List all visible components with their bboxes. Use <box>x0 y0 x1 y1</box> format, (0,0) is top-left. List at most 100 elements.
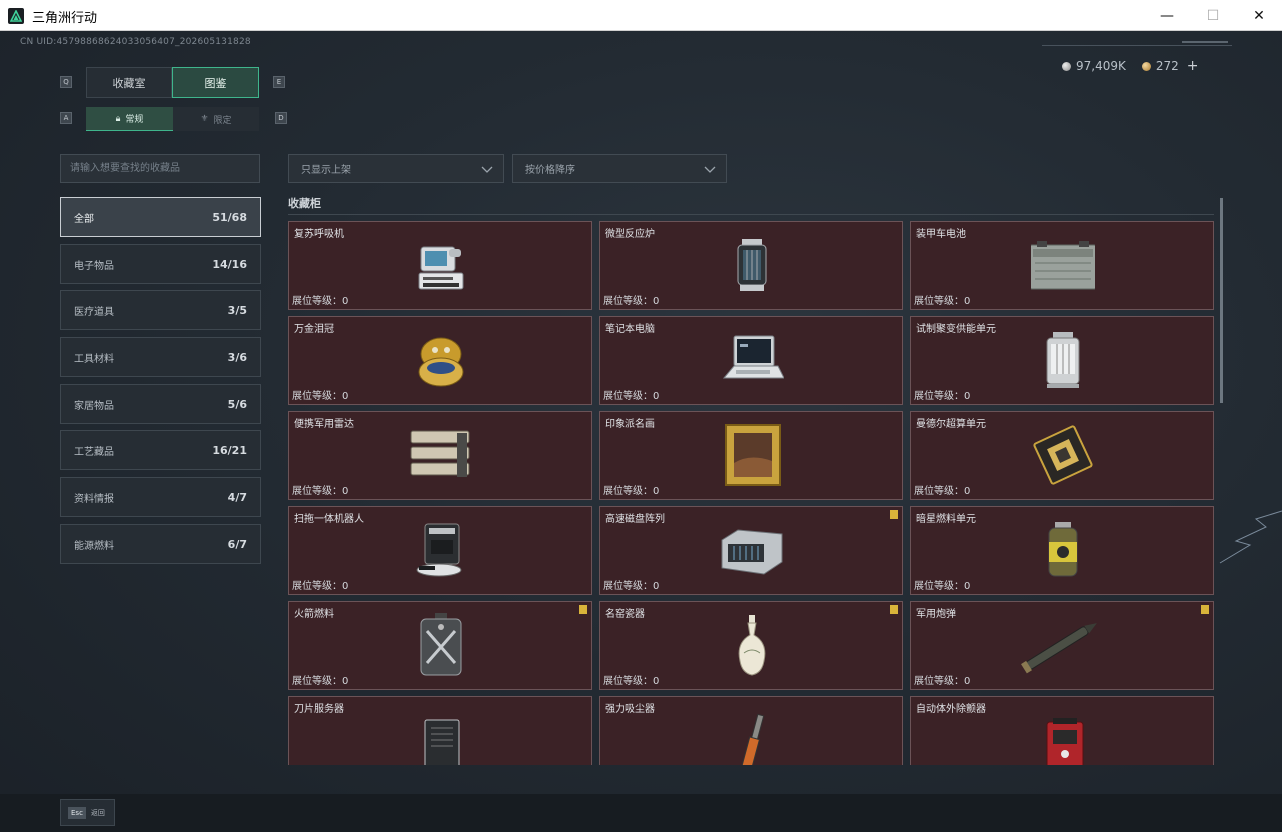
booth-level-value: 0 <box>964 391 971 402</box>
chip-icon <box>1033 425 1093 485</box>
back-label: 返回 <box>90 808 105 817</box>
booth-level: 展位等级：0 <box>914 292 970 307</box>
collection-card[interactable]: 名窑瓷器 展位等级：0 <box>599 601 903 690</box>
tab-catalog[interactable]: 图鉴 <box>172 67 259 98</box>
booth-level-value: 0 <box>653 391 660 402</box>
game-viewport: CN UID:457988686240330564​07_20260513182… <box>0 31 1282 832</box>
booth-level: 展位等级：0 <box>603 577 659 592</box>
window-titlebar: 三角洲行动 — ☐ ✕ <box>0 0 1282 31</box>
item-name: 军用炮弹 <box>916 609 956 620</box>
silver-coin-icon <box>1062 61 1071 71</box>
category-intel[interactable]: 资料情报 4/7 <box>60 477 261 517</box>
item-name: 印象派名画 <box>605 419 655 430</box>
server-icon <box>424 719 460 765</box>
booth-level-label: 展位等级： <box>292 391 342 402</box>
item-name: 火箭燃料 <box>294 609 334 620</box>
category-label: 电子物品 <box>74 260 114 272</box>
category-all[interactable]: 全部 51/68 <box>60 197 261 237</box>
booth-level-label: 展位等级： <box>292 581 342 592</box>
collection-card[interactable]: 火箭燃料 展位等级：0 <box>288 601 592 690</box>
radar-icon <box>410 430 470 477</box>
chevron-down-icon <box>481 166 493 173</box>
collection-card[interactable]: 暗星燃料单元 展位等级：0 <box>910 506 1214 595</box>
category-crafts[interactable]: 工艺藏品 16/21 <box>60 430 261 470</box>
badge-icon: ⚜ <box>200 114 209 124</box>
sort-dropdown[interactable]: 按价格降序 <box>512 154 727 183</box>
painting-icon <box>725 424 781 486</box>
booth-level-label: 展位等级： <box>603 581 653 592</box>
booth-level-label: 展位等级： <box>603 676 653 687</box>
subtab-regular[interactable]: 🔒︎ 常规 <box>86 107 173 131</box>
category-label: 医疗道具 <box>74 306 114 318</box>
section-title: 收藏柜 <box>288 197 321 210</box>
collection-card[interactable]: 便携军用雷达 展位等级：0 <box>288 411 592 500</box>
booth-level-label: 展位等级： <box>914 581 964 592</box>
item-name: 名窑瓷器 <box>605 609 645 620</box>
new-badge-icon <box>579 605 587 614</box>
booth-level-label: 展位等级： <box>914 391 964 402</box>
item-name: 刀片服务器 <box>294 704 344 715</box>
booth-level-value: 0 <box>342 391 349 402</box>
shelf-filter-value: 只显示上架 <box>301 165 351 176</box>
collection-card[interactable]: 复苏呼吸机 展位等级：0 <box>288 221 592 310</box>
booth-level-value: 0 <box>342 486 349 497</box>
category-count: 51/68 <box>212 210 247 224</box>
lightning-decoration <box>1219 510 1282 564</box>
booth-level: 展位等级：0 <box>914 672 970 687</box>
booth-level-value: 0 <box>653 486 660 497</box>
collection-card[interactable]: 强力吸尘器 展位等级： <box>599 696 903 765</box>
item-name: 曼德尔超算单元 <box>916 419 986 430</box>
silver-amount: 97,409K <box>1076 59 1126 73</box>
collection-card[interactable]: 笔记本电脑 展位等级：0 <box>599 316 903 405</box>
gold-coin-icon <box>1141 61 1151 71</box>
fuel-canister-icon <box>1048 522 1078 577</box>
defibrillator-icon <box>1046 718 1084 765</box>
tab-collection-room[interactable]: 收藏室 <box>86 67 172 98</box>
esc-key-hint: Esc <box>68 806 86 819</box>
robot-vacuum-icon <box>416 523 462 577</box>
lock-icon: 🔒︎ <box>115 113 121 124</box>
header-accent <box>1182 41 1228 43</box>
category-label: 能源燃料 <box>74 540 114 552</box>
header-divider <box>1042 45 1232 46</box>
category-household[interactable]: 家居物品 5/6 <box>60 384 261 424</box>
collection-card[interactable]: 曼德尔超算单元 展位等级：0 <box>910 411 1214 500</box>
booth-level-value: 0 <box>653 676 660 687</box>
key-hint-a: A <box>60 112 72 124</box>
back-button[interactable]: Esc 返回 <box>60 799 115 826</box>
collection-card[interactable]: 试制聚变供能单元 展位等级：0 <box>910 316 1214 405</box>
shelf-filter-dropdown[interactable]: 只显示上架 <box>288 154 504 183</box>
search-input[interactable] <box>60 154 260 183</box>
subtab-regular-label: 常规 <box>125 115 144 125</box>
collection-card[interactable]: 军用炮弹 展位等级：0 <box>910 601 1214 690</box>
collection-card[interactable]: 印象派名画 展位等级：0 <box>599 411 903 500</box>
maximize-button[interactable]: ☐ <box>1190 0 1236 31</box>
close-button[interactable]: ✕ <box>1236 0 1282 31</box>
item-name: 高速磁盘阵列 <box>605 514 665 525</box>
collection-card[interactable]: 刀片服务器 展位等级： <box>288 696 592 765</box>
grid-scrollbar[interactable] <box>1220 198 1223 403</box>
category-tools[interactable]: 工具材料 3/6 <box>60 337 261 377</box>
booth-level-value: 0 <box>964 676 971 687</box>
window-title: 三角洲行动 <box>32 11 98 26</box>
bottom-bar: Esc 返回 <box>0 794 1282 832</box>
collection-card[interactable]: 装甲车电池 展位等级：0 <box>910 221 1214 310</box>
minimize-button[interactable]: — <box>1144 0 1190 31</box>
collection-card[interactable]: 微型反应炉 展位等级：0 <box>599 221 903 310</box>
category-electronics[interactable]: 电子物品 14/16 <box>60 244 261 284</box>
item-name: 笔记本电脑 <box>605 324 655 335</box>
booth-level: 展位等级：0 <box>292 577 348 592</box>
app-logo-icon <box>8 8 24 24</box>
collection-card[interactable]: 扫拖一体机器人 展位等级：0 <box>288 506 592 595</box>
collection-card[interactable]: 自动体外除颤器 展位等级： <box>910 696 1214 765</box>
category-energy[interactable]: 能源燃料 6/7 <box>60 524 261 564</box>
collection-card[interactable]: 万金泪冠 展位等级：0 <box>288 316 592 405</box>
collection-card[interactable]: 高速磁盘阵列 展位等级：0 <box>599 506 903 595</box>
category-medical[interactable]: 医疗道具 3/5 <box>60 290 261 330</box>
booth-level: 展位等级：0 <box>914 577 970 592</box>
gold-amount: 272 <box>1155 59 1179 73</box>
topup-button[interactable]: + <box>1187 58 1199 74</box>
vacuum-icon <box>740 713 765 765</box>
subtab-limited[interactable]: ⚜ 限定 <box>173 107 259 131</box>
category-count: 3/5 <box>227 303 247 317</box>
